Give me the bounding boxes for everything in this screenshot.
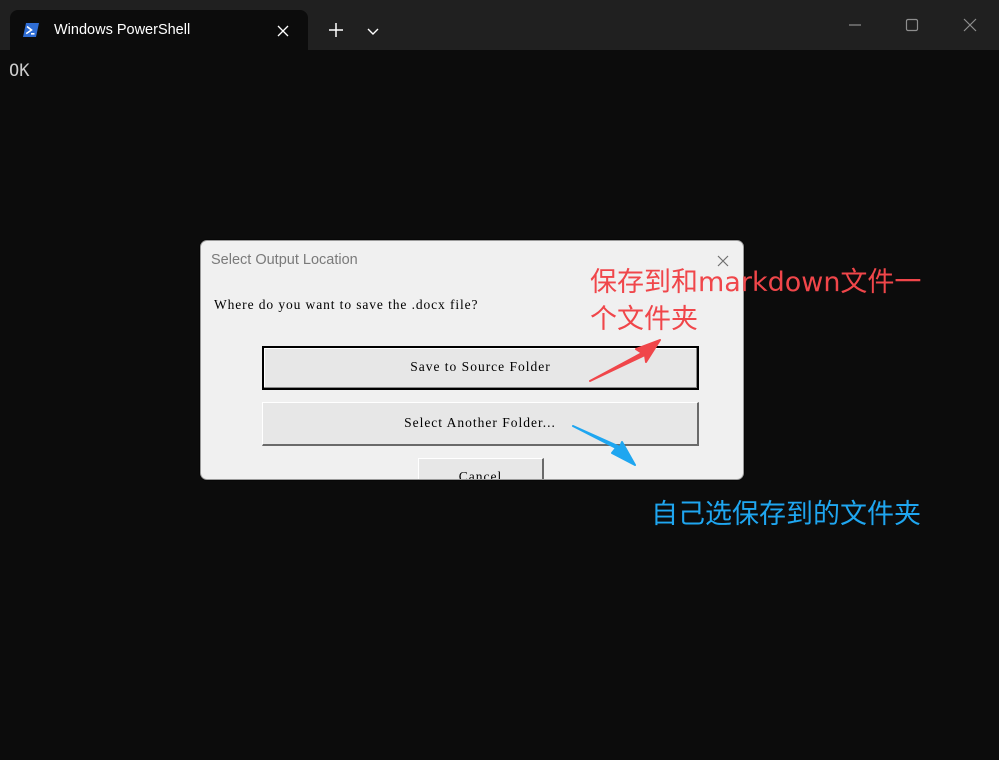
annotation-arrows	[572, 339, 661, 466]
red-arrow-icon	[589, 339, 661, 382]
annotation-choose-folder: 自己选保存到的文件夹	[651, 499, 921, 530]
annotation-save-with-markdown: 保存到和markdown文件一个文件夹	[590, 267, 922, 335]
blue-arrow-icon	[572, 425, 636, 466]
